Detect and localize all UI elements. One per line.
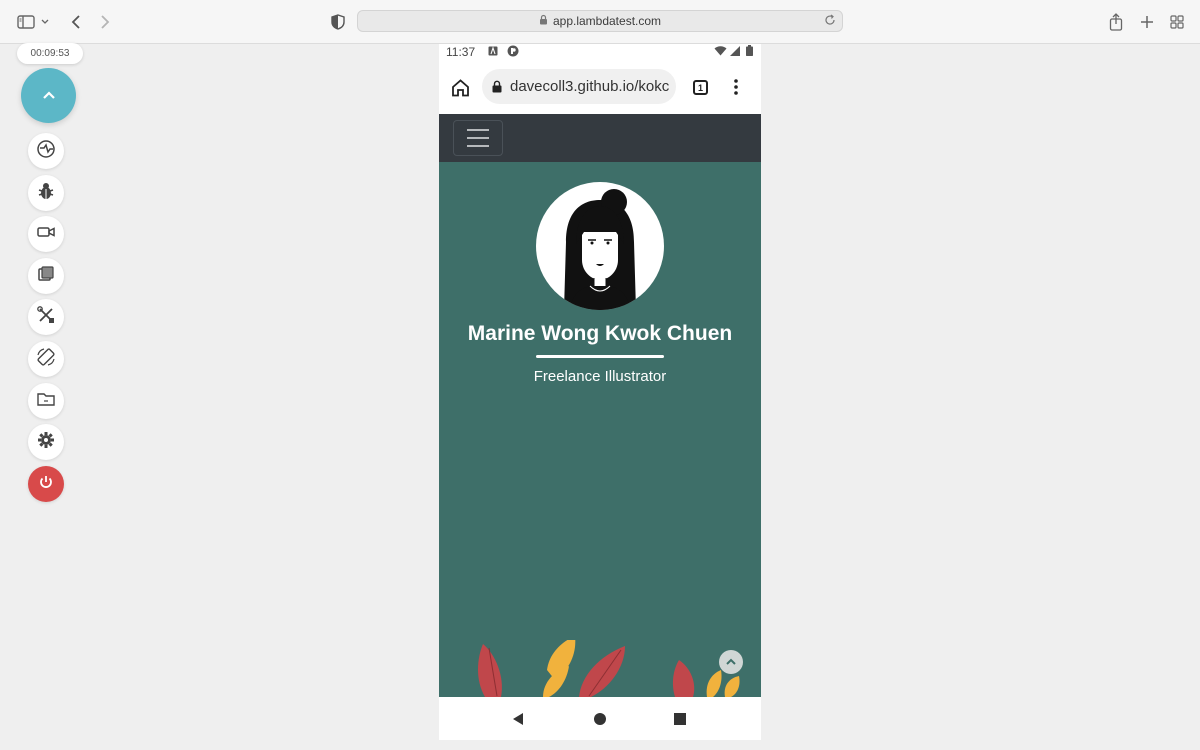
- screenshot-icon: [37, 265, 55, 288]
- title-divider: [536, 355, 664, 358]
- tools-button[interactable]: [28, 299, 64, 335]
- share-icon[interactable]: [1104, 10, 1128, 34]
- chevron-down-icon[interactable]: [38, 10, 52, 34]
- nav-recents-button[interactable]: [670, 709, 690, 729]
- masthead: Marine Wong Kwok Chuen Freelance Illustr…: [439, 162, 761, 697]
- mobile-url-text: davecoll3.github.io/kokc: [510, 78, 670, 95]
- wifi-icon: [714, 46, 727, 56]
- site-navbar: [439, 114, 761, 162]
- end-session-button[interactable]: [28, 466, 64, 502]
- switch-icon: [35, 138, 57, 165]
- tabs-grid-icon[interactable]: [1165, 10, 1189, 34]
- menu-toggle-button[interactable]: [453, 120, 503, 156]
- screenshot-button[interactable]: [28, 258, 64, 294]
- address-bar[interactable]: app.lambdatest.com: [357, 10, 843, 32]
- scroll-top-button[interactable]: [719, 650, 743, 674]
- collapse-panel-button[interactable]: [21, 68, 76, 123]
- hamburger-bar: [467, 129, 489, 131]
- camera-icon: [36, 225, 56, 244]
- sidebar-icon[interactable]: [14, 10, 38, 34]
- android-nav-bar: [439, 697, 761, 740]
- tools-icon: [36, 305, 56, 330]
- notification-icon: [488, 46, 498, 56]
- person-name: Marine Wong Kwok Chuen: [467, 322, 733, 345]
- rotate-button[interactable]: [28, 341, 64, 377]
- settings-button[interactable]: [28, 424, 64, 460]
- nav-home-button[interactable]: [590, 709, 610, 729]
- lock-icon: [492, 80, 502, 93]
- power-icon: [38, 474, 54, 495]
- url-text: app.lambdatest.com: [552, 14, 662, 28]
- chevron-up-icon: [726, 658, 736, 665]
- chevron-up-icon: [42, 87, 56, 105]
- mobile-address-bar[interactable]: davecoll3.github.io/kokc: [482, 69, 676, 104]
- session-timer: 00:09:53: [17, 43, 83, 64]
- leaves-decoration: [478, 640, 740, 697]
- rotate-icon: [36, 347, 56, 372]
- folder-icon: [36, 391, 56, 412]
- triangle-back-icon: [513, 713, 523, 725]
- back-icon[interactable]: [64, 10, 88, 34]
- mobile-browser-bar: davecoll3.github.io/kokc 1: [439, 66, 761, 112]
- square-recents-icon: [674, 713, 686, 725]
- bug-icon: [36, 181, 56, 206]
- hamburger-bar: [467, 145, 489, 147]
- debug-button[interactable]: [28, 175, 64, 211]
- device-screen: 11:37 davecoll3.github.io/kokc 1 Marine …: [439, 44, 761, 740]
- status-bar: 11:37: [439, 44, 761, 60]
- signal-icon: [730, 46, 740, 56]
- app-notification-icon: [507, 45, 519, 57]
- nav-back-button[interactable]: [508, 709, 528, 729]
- avatar: [536, 182, 664, 310]
- record-video-button[interactable]: [28, 216, 64, 252]
- status-time: 11:37: [446, 45, 476, 59]
- forward-icon[interactable]: [93, 10, 117, 34]
- person-role: Freelance Illustrator: [533, 368, 667, 385]
- browser-toolbar: app.lambdatest.com: [0, 0, 1200, 44]
- tab-count-button[interactable]: 1: [693, 80, 708, 95]
- home-icon[interactable]: [451, 79, 470, 97]
- switch-device-button[interactable]: [28, 133, 64, 169]
- gear-icon: [37, 431, 55, 454]
- files-button[interactable]: [28, 383, 64, 419]
- hamburger-bar: [467, 137, 489, 139]
- reload-icon[interactable]: [824, 14, 836, 29]
- plus-icon[interactable]: [1135, 10, 1159, 34]
- circle-home-icon: [594, 713, 606, 725]
- shield-icon[interactable]: [326, 10, 350, 34]
- lock-icon: [539, 14, 548, 28]
- battery-icon: [746, 45, 753, 56]
- more-icon[interactable]: [734, 79, 738, 95]
